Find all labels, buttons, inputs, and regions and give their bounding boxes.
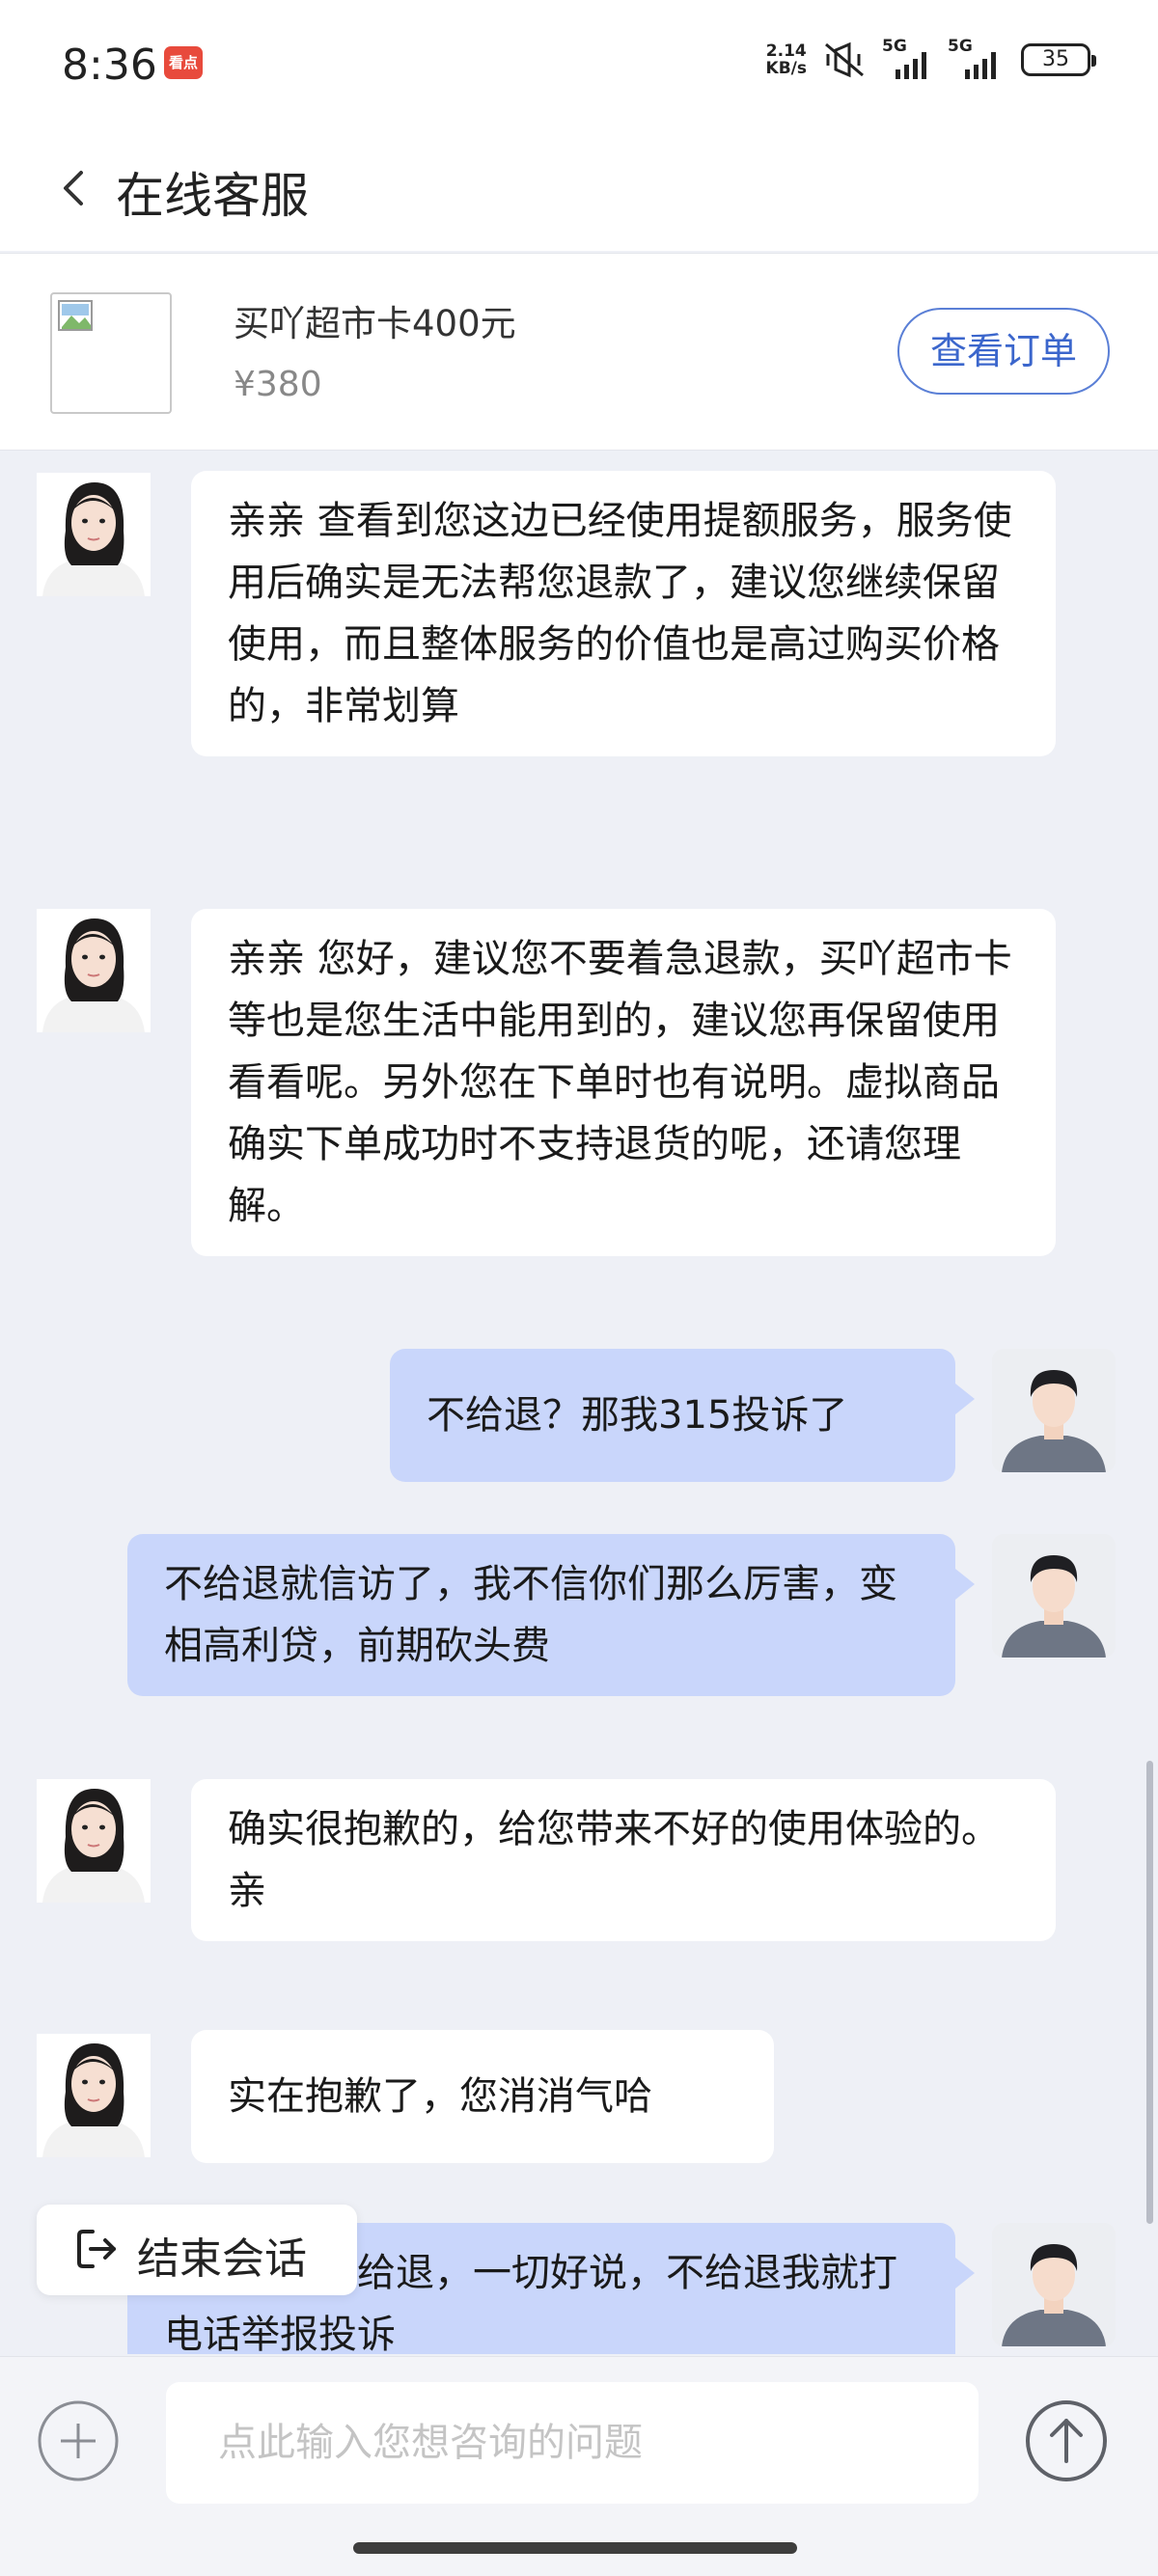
home-indicator[interactable] [353,2542,797,2554]
message-input[interactable] [166,2382,979,2504]
end-session-label: 结束会话 [137,2234,307,2284]
view-order-button[interactable]: 查看订单 [897,308,1110,395]
network-speed-unit: KB/s [765,59,807,78]
bubble-tail [955,1384,975,1414]
agent-message-bubble: 确实很抱歉的，给您带来不好的使用体验的。亲 [191,1779,1056,1941]
product-name: 买吖超市卡400元 [234,303,516,344]
input-bar [0,2356,1158,2576]
person-icon [992,2223,1116,2346]
agent-avatar [37,2034,151,2157]
app-notification-icon: 看点 [164,46,203,79]
user-message-bubble: 不给退？那我315投诉了 [390,1349,955,1482]
agent-avatar [37,909,151,1032]
agent-message-bubble: 亲亲 您好，建议您不要着急退款，买吖超市卡等也是您生活中能用到的，建议您再保留使… [191,909,1056,1256]
end-session-button[interactable]: 结束会话 [37,2205,357,2295]
page-title: 在线客服 [116,168,309,224]
network-speed-value: 2.14 [765,41,807,61]
top-app-bar: 在线客服 [0,130,1158,251]
signal-strength-icon-2: 5G [948,37,1006,79]
logout-icon [77,2230,116,2268]
person-icon [992,1534,1116,1658]
user-avatar [992,1349,1116,1472]
chat-area[interactable]: 亲亲 查看到您这边已经使用提额服务，服务使用后确实是无法帮您退款了，建议您继续保… [0,453,1158,2354]
bubble-tail [955,1569,975,1600]
user-message-bubble: 不给退就信访了，我不信你们那么厉害，变相高利贷，前期砍头费 [127,1534,955,1696]
agent-message-bubble: 亲亲 查看到您这边已经使用提额服务，服务使用后确实是无法帮您退款了，建议您继续保… [191,471,1056,756]
person-icon [992,1349,1116,1472]
mute-vibrate-icon [825,41,864,78]
add-attachment-button[interactable] [37,2399,120,2482]
user-avatar [992,1534,1116,1658]
product-price: ¥380 [234,365,322,404]
product-thumbnail [50,292,172,414]
signal-strength-icon-1: 5G [882,37,932,79]
broken-image-icon [58,300,93,331]
battery-icon: 35 [1021,43,1096,76]
back-arrow-icon[interactable] [54,159,93,217]
product-card[interactable]: 买吖超市卡400元 ¥380 查看订单 [0,253,1158,451]
bubble-tail [955,2258,975,2288]
user-avatar [992,2223,1116,2346]
send-button[interactable] [1025,2399,1108,2482]
status-icons: 2.14 KB/s 5G 5G 35 [766,37,1096,79]
agent-avatar [37,473,151,596]
status-time: 8:36 [62,41,157,90]
status-bar: 8:36 看点 2.14 KB/s 5G 5G 35 [0,0,1158,130]
chat-scrollbar[interactable] [1146,1761,1153,2224]
network-speed: 2.14 KB/s [766,42,807,77]
agent-message-bubble: 实在抱歉了，您消消气哈 [191,2030,774,2163]
agent-avatar [37,1779,151,1903]
